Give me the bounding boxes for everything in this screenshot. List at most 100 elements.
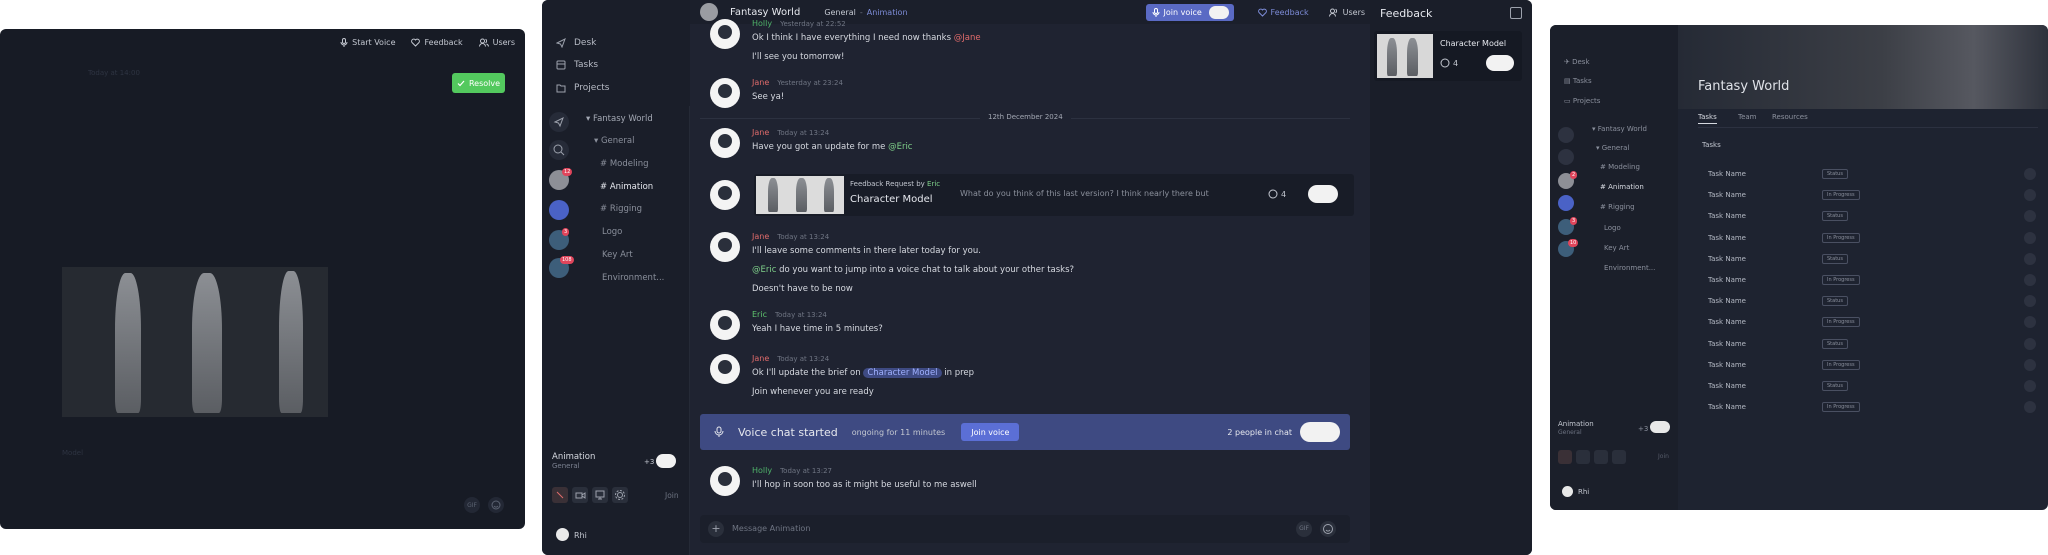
tree-item-general[interactable]: ▾ General — [1596, 144, 1629, 152]
table-row[interactable]: Task Name In Progress — [1700, 273, 2040, 289]
server-avatar-2[interactable] — [1558, 195, 1574, 211]
assignee-avatar[interactable] — [2024, 189, 2036, 202]
search-icon[interactable] — [549, 140, 569, 160]
table-row[interactable]: Task Name In Progress — [1700, 358, 2040, 374]
breadcrumb-channel[interactable]: Animation — [867, 8, 908, 17]
tree-item-animation[interactable]: # Animation — [1600, 183, 1644, 191]
gif-button[interactable]: GIF — [464, 497, 480, 513]
tree-item-modeling[interactable]: # Modeling — [600, 159, 649, 169]
settings-button[interactable] — [612, 487, 628, 503]
user-avatar[interactable] — [556, 528, 569, 541]
tree-item-modeling[interactable]: # Modeling — [1600, 163, 1640, 171]
emoji-icon[interactable] — [1320, 521, 1336, 537]
join-button[interactable]: Join — [665, 491, 679, 500]
camera-button[interactable] — [572, 487, 588, 503]
table-row[interactable]: Task Name Status — [1700, 252, 2040, 268]
status-badge[interactable]: In Progress — [1822, 359, 1860, 370]
status-badge[interactable]: In Progress — [1822, 190, 1860, 201]
resolve-button[interactable]: Resolve — [452, 73, 505, 93]
assignee-avatar[interactable] — [2024, 358, 2036, 371]
status-badge[interactable]: In Progress — [1822, 275, 1860, 285]
model-preview[interactable] — [62, 267, 328, 417]
assignee-avatar[interactable] — [2024, 231, 2036, 244]
tree-project[interactable]: ▾ Fantasy World — [1592, 125, 1647, 133]
mute-button[interactable] — [552, 487, 568, 503]
status-badge[interactable]: Status — [1822, 169, 1848, 179]
nav-tasks[interactable]: Tasks — [556, 60, 598, 70]
breadcrumb-general[interactable]: General — [824, 8, 856, 17]
tree-item-key-art[interactable]: Key Art — [1604, 244, 1629, 252]
table-row[interactable]: Task Name Status — [1700, 379, 2040, 395]
feedback-request-card[interactable]: Feedback Request by Eric Character Model… — [754, 174, 1354, 216]
assignee-avatar[interactable] — [2024, 210, 2036, 223]
tree-item-rigging[interactable]: # Rigging — [600, 204, 642, 214]
tree-item-animation[interactable]: # Animation — [600, 182, 653, 192]
assignee-avatar[interactable] — [2024, 380, 2036, 392]
feedback-panel-item[interactable]: Character Model 4 — [1374, 31, 1522, 81]
camera-button[interactable] — [1576, 450, 1590, 464]
assignee-avatar[interactable] — [2024, 401, 2036, 414]
mention[interactable]: @Eric — [752, 265, 776, 275]
tree-item-general[interactable]: ▾ General — [594, 136, 634, 146]
assignee-avatar[interactable] — [2024, 252, 2036, 265]
users-button[interactable]: Users — [1328, 8, 1365, 17]
tab-team[interactable]: Team — [1738, 113, 1757, 121]
users-button[interactable]: Users — [478, 38, 515, 47]
server-avatar-2[interactable] — [549, 200, 569, 220]
feedback-button[interactable]: Feedback — [411, 38, 463, 47]
task-chip[interactable]: Character Model — [863, 368, 942, 378]
status-badge[interactable]: In Progress — [1822, 402, 1860, 413]
tree-item-logo[interactable]: Logo — [1604, 224, 1621, 232]
table-row[interactable]: Task Name Status — [1700, 294, 2040, 310]
tree-item-rigging[interactable]: # Rigging — [1600, 203, 1635, 211]
assignee-avatar[interactable] — [2024, 168, 2036, 180]
tree-project[interactable]: ▾ Fantasy World — [586, 114, 653, 124]
feedback-button[interactable]: Feedback — [1257, 8, 1309, 17]
screen-share-button[interactable] — [1594, 450, 1608, 464]
status-badge[interactable]: Status — [1822, 253, 1848, 264]
tree-item-environment[interactable]: Environment... — [1604, 264, 1655, 272]
tab-tasks[interactable]: Tasks — [1698, 113, 1717, 124]
mute-button[interactable] — [1558, 450, 1572, 464]
send-icon[interactable] — [1558, 127, 1574, 143]
table-row[interactable]: Task Name Status — [1700, 209, 2040, 225]
status-badge[interactable]: Status — [1822, 211, 1848, 222]
assignee-avatar[interactable] — [2024, 274, 2036, 286]
join-voice-banner-button[interactable]: Join voice — [961, 423, 1020, 441]
join-voice-button[interactable]: Join voice — [1145, 3, 1234, 21]
tree-item-environment[interactable]: Environment... — [602, 273, 664, 283]
nav-projects[interactable]: ▭ Projects — [1564, 97, 1600, 105]
plus-icon[interactable]: + — [708, 521, 724, 537]
table-row[interactable]: Task Name In Progress — [1700, 315, 2040, 331]
gif-button[interactable]: GIF — [1296, 521, 1312, 537]
collapse-panel-icon[interactable] — [1510, 7, 1522, 19]
table-row[interactable]: Task Name In Progress — [1700, 400, 2040, 416]
emoji-icon[interactable] — [488, 497, 504, 513]
mention[interactable]: @Jane — [954, 33, 981, 43]
nav-projects[interactable]: Projects — [556, 83, 609, 93]
status-badge[interactable]: Status — [1822, 338, 1848, 349]
join-button[interactable]: Join — [1658, 453, 1669, 460]
tree-item-logo[interactable]: Logo — [602, 227, 622, 237]
send-icon[interactable] — [549, 112, 569, 132]
assignee-avatar[interactable] — [2024, 337, 2036, 350]
status-badge[interactable]: Status — [1822, 296, 1848, 307]
mention[interactable]: @Eric — [888, 142, 912, 152]
user-avatar[interactable] — [1562, 486, 1573, 497]
table-row[interactable]: Task Name Status — [1700, 337, 2040, 353]
assignee-avatar[interactable] — [2024, 295, 2036, 308]
search-icon[interactable] — [1558, 149, 1574, 165]
table-row[interactable]: Task Name In Progress — [1700, 231, 2040, 247]
nav-desk[interactable]: ✈ Desk — [1564, 58, 1590, 66]
table-row[interactable]: Task Name In Progress — [1700, 188, 2040, 204]
start-voice-button[interactable]: Start Voice — [340, 37, 395, 47]
status-badge[interactable]: In Progress — [1822, 232, 1860, 243]
nav-tasks[interactable]: ▤ Tasks — [1564, 77, 1592, 85]
assignee-avatar[interactable] — [2024, 316, 2036, 329]
screen-share-button[interactable] — [592, 487, 608, 503]
status-badge[interactable]: Status — [1822, 381, 1848, 391]
table-row[interactable]: Task Name Status — [1700, 167, 2040, 183]
nav-desk[interactable]: Desk — [556, 38, 596, 48]
status-badge[interactable]: In Progress — [1822, 317, 1860, 328]
tab-resources[interactable]: Resources — [1772, 113, 1808, 121]
